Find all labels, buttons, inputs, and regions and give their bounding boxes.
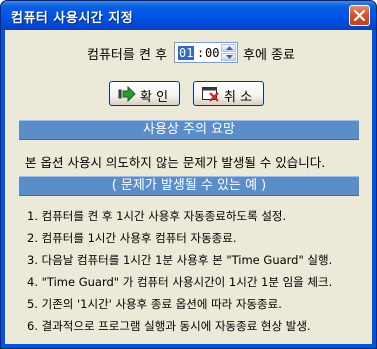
ok-button[interactable]: 확 인 (109, 81, 180, 106)
time-minutes-field[interactable]: 00 (205, 46, 219, 60)
ok-button-label: 확 인 (140, 90, 169, 105)
examples-header: ( 문제가 발생될 수 있는 예 ) (19, 176, 359, 196)
close-button[interactable] (349, 5, 370, 26)
cancel-button[interactable]: 취 소 (193, 81, 264, 106)
time-spinner[interactable] (221, 44, 236, 61)
arrow-right-icon (118, 86, 136, 102)
time-input[interactable]: 01 : 00 (174, 42, 238, 63)
time-hours-field[interactable]: 01 (178, 46, 195, 60)
close-icon (354, 10, 365, 21)
caution-text: 본 옵션 사용시 의도하지 않는 문제가 발생될 수 있습니다. (25, 155, 326, 170)
spin-up-icon (226, 46, 233, 50)
timer-row: 컴퓨터를 켠 후 01 : 00 후에 종료 (5, 42, 372, 64)
spin-down-icon (226, 55, 233, 59)
examples-list: 1. 컴퓨터를 켠 후 1시간 사용후 자동종료하도록 설정. 2. 컴퓨터를 … (27, 205, 332, 337)
cancel-button-label: 취 소 (224, 90, 253, 105)
dialog-body: 컴퓨터를 켠 후 01 : 00 후에 종료 확 인 취 소 사용상 주의 요망… (5, 30, 372, 344)
spin-up-button[interactable] (221, 44, 236, 52)
spin-down-button[interactable] (221, 53, 236, 61)
list-item: 1. 컴퓨터를 켠 후 1시간 사용후 자동종료하도록 설정. (27, 209, 287, 223)
list-item: 3. 다음날 컴퓨터를 1시간 1분 사용후 본 "Time Guard" 실행… (27, 253, 333, 267)
list-item: 4. "Time Guard" 가 컴퓨터 사용시간이 1시간 1분 임을 체크… (27, 275, 333, 289)
list-item: 2. 컴퓨터를 1시간 사용후 컴퓨터 자동종료. (27, 231, 237, 245)
dialog-window: 컴퓨터 사용시간 지정 컴퓨터를 켠 후 01 : 00 후에 종료 확 인 취… (0, 0, 377, 349)
window-title: 컴퓨터 사용시간 지정 (11, 11, 134, 26)
list-item: 6. 결과적으로 프로그램 실행과 동시에 자동종료 현상 발생. (27, 319, 311, 333)
cancel-icon (202, 87, 219, 102)
timer-suffix-label: 후에 종료 (243, 48, 295, 63)
timer-prefix-label: 컴퓨터를 켠 후 (87, 48, 168, 63)
list-item: 5. 기존의 '1시간' 사용후 종료 옵션에 따라 자동종료. (27, 297, 282, 311)
time-separator: : (197, 46, 205, 60)
caution-header: 사용상 주의 요망 (19, 120, 359, 140)
title-bar[interactable]: 컴퓨터 사용시간 지정 (1, 1, 376, 30)
